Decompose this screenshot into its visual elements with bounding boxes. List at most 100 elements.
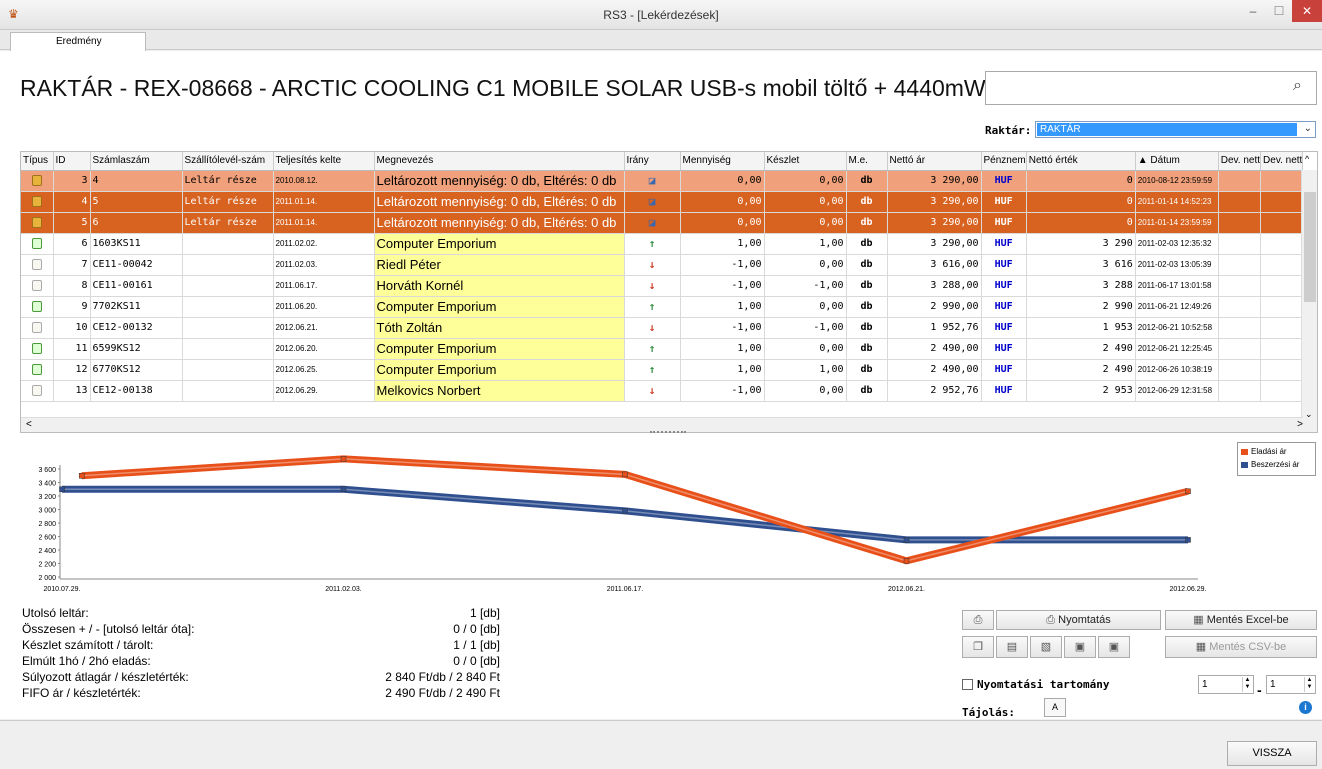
cell-penznem: HUF [981, 296, 1027, 318]
cell-megnevezes: Tóth Zoltán [374, 317, 625, 339]
splitter-handle[interactable] [650, 431, 686, 435]
scroll-thumb[interactable] [1304, 192, 1316, 302]
column-header[interactable]: ID [53, 152, 91, 171]
raktar-selected-value: RAKTÁR [1037, 123, 1297, 136]
excel-export-button[interactable]: ▦ Mentés Excel-be [1165, 610, 1317, 630]
raktar-select[interactable]: RAKTÁR ⌄ [1035, 121, 1316, 138]
grid-header-row: Típus ID Számlaszám Szállítólevél-szám Telje… [21, 152, 1304, 171]
column-header[interactable]: Mennyiség [680, 152, 765, 171]
search-icon[interactable]: ⌕ [1293, 77, 1314, 95]
table-row[interactable]: 13 CE12-00138 2012.06.29. Melkovics Norbert… [21, 380, 1304, 402]
nyomtatas-button[interactable]: ⎙ Nyomtatás [996, 610, 1161, 630]
column-header[interactable]: M.e. [846, 152, 888, 171]
grid-vertical-scrollbar[interactable]: ^ ⌄ [1301, 154, 1317, 432]
grid-horizontal-scrollbar[interactable]: < > [21, 417, 1303, 432]
table-row[interactable]: 4 5 Leltár része 2011.01.14. Leltározott men… [21, 191, 1304, 213]
cell-type [21, 191, 54, 213]
minimize-button[interactable]: – [1240, 0, 1266, 22]
orientation-button[interactable]: A [1044, 698, 1066, 717]
table-row[interactable]: 7 CE11-00042 2011.02.03. Riedl Péter ↓ -1,00 0… [21, 254, 1304, 276]
scroll-up-icon[interactable]: ^ [1305, 154, 1309, 164]
x-tick-label: 2012.06.29. [1170, 586, 1207, 593]
cell-dev-netto [1218, 338, 1262, 360]
column-header[interactable]: Nettó érték [1026, 152, 1136, 171]
vissza-button[interactable]: VISSZA [1227, 741, 1317, 766]
scroll-right-icon[interactable]: > [1297, 419, 1303, 430]
info-icon[interactable]: i [1299, 701, 1312, 714]
export-option-button-2[interactable]: ▣ [1098, 636, 1130, 658]
cell-irany: ◪ [624, 191, 681, 213]
column-header[interactable]: Dev. nett [1218, 152, 1262, 171]
cell-me: db [846, 254, 888, 276]
stepper-arrows-icon[interactable]: ▲ ▼ [1242, 677, 1252, 692]
pdf-export-button[interactable]: ▧ [1030, 636, 1062, 658]
document-icon [31, 300, 42, 312]
copy-button[interactable]: ❐ [962, 636, 994, 658]
column-header[interactable]: Dev. nett [1260, 152, 1304, 171]
scroll-down-icon[interactable]: ⌄ [1305, 409, 1313, 420]
column-header[interactable]: Megnevezés [374, 152, 625, 171]
cell-mennyiseg: -1,00 [680, 254, 765, 276]
scroll-left-icon[interactable]: < [26, 419, 32, 430]
column-header[interactable]: Nettó ár [887, 152, 982, 171]
column-header[interactable]: Teljesítés kelte [273, 152, 375, 171]
close-button[interactable]: ✕ [1292, 0, 1322, 22]
column-header[interactable]: Típus [21, 152, 54, 171]
cell-szallitolevel [182, 275, 274, 297]
cell-datum: 2012-06-26 10:38:19 [1135, 359, 1219, 381]
stat-value: 1 [db] [469, 606, 500, 620]
table-row[interactable]: 5 6 Leltár része 2011.01.14. Leltározott men… [21, 212, 1304, 234]
cell-netto-ar: 1 952,76 [887, 317, 982, 339]
range-to-value: 1 [1270, 679, 1276, 690]
cell-dev-netto-2 [1260, 338, 1304, 360]
cell-id: 10 [53, 317, 91, 339]
table-row[interactable]: 6 1603KS11 2011.02.02. Computer Emporium ↑ 1,… [21, 233, 1304, 255]
cell-me: db [846, 170, 888, 192]
range-from-stepper[interactable]: 1 ▲ ▼ [1198, 675, 1254, 694]
chevron-down-icon[interactable]: ⌄ [1304, 123, 1312, 134]
legend-item: Beszerzési ár [1241, 458, 1312, 471]
column-header[interactable]: Számlaszám [90, 152, 183, 171]
range-to-stepper[interactable]: 1 ▲ ▼ [1266, 675, 1316, 694]
cell-me: db [846, 338, 888, 360]
table-row[interactable]: 9 7702KS11 2011.06.20. Computer Emporium ↑ 1,… [21, 296, 1304, 318]
table-row[interactable]: 11 6599KS12 2012.06.20. Computer Emporium ↑ 1… [21, 338, 1304, 360]
table-row[interactable]: 12 6770KS12 2012.06.25. Computer Emporium ↑ 1… [21, 359, 1304, 381]
range-dash: - [1257, 682, 1262, 698]
maximize-button[interactable]: ☐ [1266, 0, 1292, 22]
column-header[interactable]: Pénznem [981, 152, 1027, 171]
print-icon-button[interactable]: ⎙ [962, 610, 994, 630]
cell-datum: 2011-02-03 12:35:32 [1135, 233, 1219, 255]
y-tick-label: 3 400 [38, 481, 56, 488]
stepper-arrows-icon[interactable]: ▲ ▼ [1304, 677, 1314, 692]
cell-mennyiseg: -1,00 [680, 380, 765, 402]
tab-eredmeny[interactable]: Eredmény [10, 32, 146, 51]
cell-dev-netto [1218, 254, 1262, 276]
table-row[interactable]: 3 4 Leltár része 2010.08.12. Leltározott men… [21, 170, 1304, 192]
cell-irany: ↓ [624, 254, 681, 276]
cell-type [21, 317, 54, 339]
print-range-checkbox[interactable]: Nyomtatási tartomány [962, 678, 1109, 691]
column-header[interactable]: ▲ Dátum [1135, 152, 1219, 171]
stat-value: 2 840 Ft/db / 2 840 Ft [385, 670, 500, 684]
column-header[interactable]: Szállítólevél-szám [182, 152, 274, 171]
cell-netto-ar: 3 616,00 [887, 254, 982, 276]
column-header[interactable]: Készlet [764, 152, 847, 171]
csv-export-button[interactable]: ▦ Mentés CSV-be [1165, 636, 1317, 658]
cell-netto-ertek: 0 [1026, 191, 1136, 213]
column-header[interactable]: Irány [624, 152, 681, 171]
cell-penznem: HUF [981, 212, 1027, 234]
y-tick-label: 3 200 [38, 494, 56, 501]
cell-megnevezes: Computer Emporium [374, 359, 625, 381]
cell-datum: 2011-02-03 13:05:39 [1135, 254, 1219, 276]
cell-netto-ar: 3 290,00 [887, 191, 982, 213]
table-row[interactable]: 8 CE11-00161 2011.06.17. Horváth Kornél ↓ -1,… [21, 275, 1304, 297]
document-icon [31, 384, 42, 396]
cell-id: 4 [53, 191, 91, 213]
export-option-button[interactable]: ▣ [1064, 636, 1096, 658]
checkbox-box[interactable] [962, 679, 973, 690]
html-export-button[interactable]: ▤ [996, 636, 1028, 658]
direction-in-icon: ↑ [648, 300, 656, 313]
cell-irany: ↑ [624, 359, 681, 381]
table-row[interactable]: 10 CE12-00132 2012.06.21. Tóth Zoltán ↓ -1,00… [21, 317, 1304, 339]
